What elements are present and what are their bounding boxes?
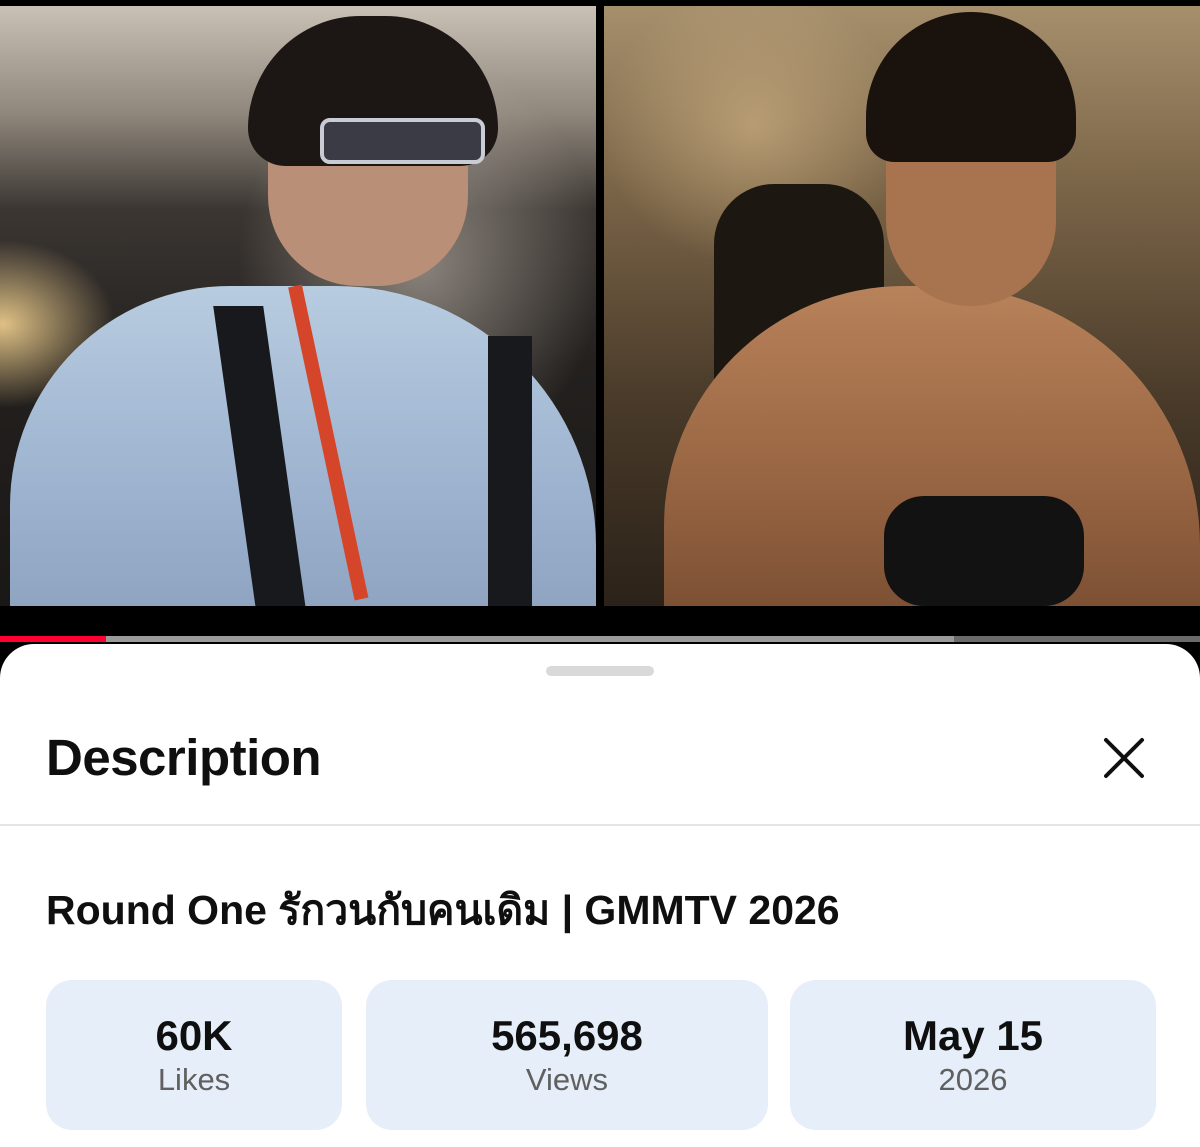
close-button[interactable] <box>1096 730 1152 786</box>
likes-label: Likes <box>157 1062 231 1098</box>
progress-played <box>0 636 106 642</box>
close-icon <box>1104 738 1144 778</box>
likes-stat: 60K Likes <box>46 980 342 1130</box>
app-screen: Description Round One รักวนกับคนเดิม | G… <box>0 0 1200 1147</box>
views-stat: 565,698 Views <box>366 980 768 1130</box>
likes-count: 60K <box>155 1011 233 1059</box>
views-label: Views <box>525 1062 609 1098</box>
video-frame-right <box>604 6 1200 606</box>
description-sheet: Description Round One รักวนกับคนเดิม | G… <box>0 644 1200 1147</box>
views-count: 565,698 <box>491 1011 643 1059</box>
video-progress-bar[interactable] <box>0 636 1200 642</box>
hair-shape <box>866 12 1076 162</box>
glasses-shape <box>320 118 485 164</box>
date-stat: May 15 2026 <box>790 980 1156 1130</box>
publish-date: May 15 <box>902 1011 1044 1059</box>
video-frame-left <box>0 6 596 606</box>
publish-year: 2026 <box>938 1062 1008 1098</box>
progress-buffered <box>106 636 954 642</box>
divider <box>0 824 1200 826</box>
bag-strap-shape <box>488 336 532 606</box>
video-player[interactable] <box>0 0 1200 640</box>
sheet-title: Description <box>46 729 322 786</box>
video-title: Round One รักวนกับคนเดิม | GMMTV 2026 <box>46 887 840 933</box>
glove-shape <box>884 496 1084 606</box>
sheet-drag-handle[interactable] <box>546 666 654 676</box>
